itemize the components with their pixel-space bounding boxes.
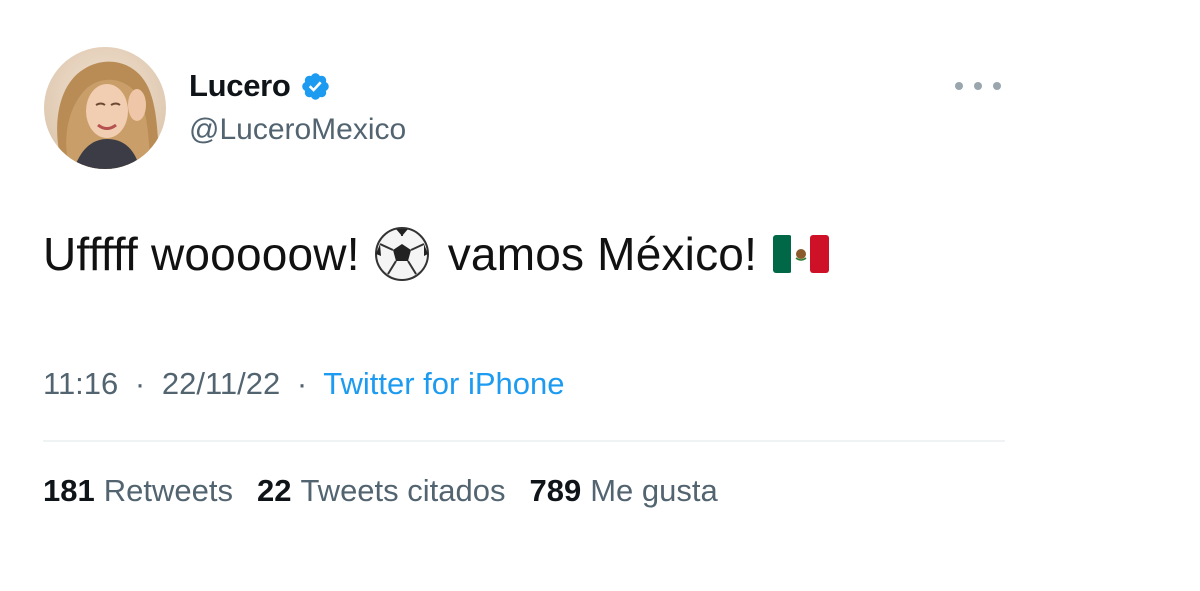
- quote-tweets-stat[interactable]: 22 Tweets citados: [257, 473, 506, 509]
- likes-count: 789: [529, 473, 582, 508]
- likes-label: Me gusta: [590, 473, 718, 508]
- quote-tweets-count: 22: [256, 473, 292, 508]
- tweet-source-link[interactable]: Twitter for iPhone: [323, 366, 564, 401]
- avatar[interactable]: [44, 47, 166, 169]
- more-options-icon[interactable]: [955, 76, 1001, 96]
- retweets-count: 181: [43, 473, 95, 508]
- retweets-label: Retweets: [103, 473, 233, 508]
- tweet-card: Lucero @LuceroMexico Ufffff wooooow! vam…: [0, 0, 1200, 591]
- meta-separator: ·: [296, 366, 308, 401]
- tweet-text: Ufffff wooooow! vamos México!: [43, 226, 830, 282]
- display-name[interactable]: Lucero: [189, 68, 291, 104]
- tweet-time[interactable]: 11:16: [43, 366, 118, 401]
- tweet-text-part1: Ufffff wooooow!: [43, 228, 360, 280]
- verified-badge-icon[interactable]: [300, 71, 331, 102]
- tweet-text-part2: vamos México!: [447, 228, 758, 280]
- dot-icon: [993, 82, 1001, 90]
- dot-icon: [955, 82, 963, 90]
- tweet-metadata: 11:16 · 22/11/22 · Twitter for iPhone: [43, 366, 564, 402]
- mexico-flag-icon: [773, 235, 830, 273]
- profile-photo: [44, 47, 166, 169]
- likes-stat[interactable]: 789 Me gusta: [530, 473, 718, 509]
- meta-separator: ·: [134, 366, 146, 401]
- name-row: Lucero: [189, 66, 331, 106]
- retweets-stat[interactable]: 181 Retweets: [43, 473, 233, 509]
- soccer-ball-icon: [374, 227, 429, 281]
- dot-icon: [974, 82, 982, 90]
- tweet-date[interactable]: 22/11/22: [162, 366, 280, 401]
- quote-tweets-label: Tweets citados: [300, 473, 506, 508]
- tweet-stats: 181 Retweets 22 Tweets citados 789 Me gusta: [43, 473, 718, 509]
- divider: [43, 440, 1005, 442]
- user-handle[interactable]: @LuceroMexico: [189, 113, 406, 147]
